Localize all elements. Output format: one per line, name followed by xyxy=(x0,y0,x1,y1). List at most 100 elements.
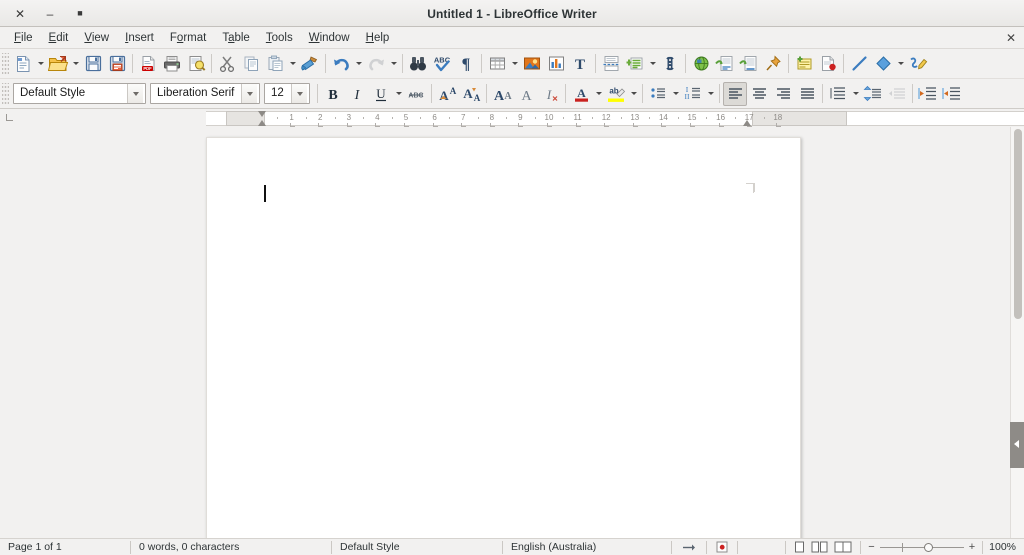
strikethrough-button[interactable]: ABC xyxy=(404,82,428,106)
superscript-button[interactable]: A A xyxy=(435,82,459,106)
font-size-value[interactable]: 12 xyxy=(265,84,291,103)
vertical-scrollbar[interactable] xyxy=(1010,127,1024,538)
align-left-button[interactable] xyxy=(723,81,747,106)
special-character-icon[interactable] xyxy=(658,52,682,76)
status-word-count[interactable]: 0 words, 0 characters xyxy=(131,539,331,555)
paragraph-style-combo[interactable]: Default Style xyxy=(13,83,146,104)
menu-tools[interactable]: Tools xyxy=(258,30,301,46)
decrease-font-size-button[interactable]: A xyxy=(514,82,538,106)
paste-icon[interactable] xyxy=(263,52,287,76)
ordered-list-dropdown[interactable] xyxy=(705,82,716,106)
new-document-dropdown[interactable] xyxy=(35,52,46,76)
page-break-icon[interactable] xyxy=(599,52,623,76)
print-preview-icon[interactable] xyxy=(184,52,208,76)
export-pdf-icon[interactable]: PDF xyxy=(136,52,160,76)
hanging-indent-button[interactable] xyxy=(940,82,964,106)
status-page-number[interactable]: Page 1 of 1 xyxy=(0,539,130,555)
open-document-icon[interactable] xyxy=(46,52,70,76)
increase-indent-button[interactable] xyxy=(916,82,940,106)
endnote-icon[interactable] xyxy=(737,52,761,76)
insert-table-dropdown[interactable] xyxy=(509,52,520,76)
new-document-icon[interactable] xyxy=(11,52,35,76)
bold-button[interactable]: B xyxy=(321,82,345,106)
right-indent-marker[interactable] xyxy=(743,120,751,126)
highlighting-color-button[interactable]: ab xyxy=(604,82,628,106)
first-line-indent-marker[interactable] xyxy=(258,111,266,117)
find-replace-icon[interactable] xyxy=(406,52,430,76)
menu-view[interactable]: View xyxy=(76,30,117,46)
zoom-level-value[interactable]: 100% xyxy=(983,539,1024,555)
font-name-dropdown-arrow[interactable] xyxy=(241,84,257,103)
align-right-button[interactable] xyxy=(771,82,795,106)
document-page[interactable] xyxy=(206,137,801,538)
insert-field-dropdown[interactable] xyxy=(647,52,658,76)
decrease-indent-button[interactable] xyxy=(885,82,909,106)
unordered-list-dropdown[interactable] xyxy=(670,82,681,106)
menu-table[interactable]: Table xyxy=(214,30,258,46)
line-spacing-dropdown[interactable] xyxy=(850,82,861,106)
font-name-combo[interactable]: Liberation Serif xyxy=(150,83,260,104)
clone-formatting-icon[interactable] xyxy=(298,52,322,76)
underline-dropdown[interactable] xyxy=(393,82,404,106)
formatting-marks-icon[interactable]: ¶ xyxy=(454,52,478,76)
footnote-icon[interactable] xyxy=(713,52,737,76)
insert-field-icon[interactable] xyxy=(623,52,647,76)
copy-icon[interactable] xyxy=(239,52,263,76)
cut-icon[interactable] xyxy=(215,52,239,76)
single-page-view-icon[interactable] xyxy=(794,541,805,553)
insert-table-icon[interactable] xyxy=(485,52,509,76)
save-icon[interactable] xyxy=(81,52,105,76)
comment-icon[interactable] xyxy=(792,52,816,76)
paragraph-style-dropdown-arrow[interactable] xyxy=(127,84,143,103)
menu-help[interactable]: Help xyxy=(358,30,398,46)
book-view-icon[interactable] xyxy=(834,541,852,553)
undo-icon[interactable] xyxy=(329,52,353,76)
font-size-combo[interactable]: 12 xyxy=(264,83,310,104)
italic-button[interactable]: I xyxy=(345,82,369,106)
redo-icon[interactable] xyxy=(364,52,388,76)
basic-shapes-icon[interactable] xyxy=(871,52,895,76)
insert-line-icon[interactable] xyxy=(847,52,871,76)
menu-insert[interactable]: Insert xyxy=(117,30,162,46)
zoom-out-button[interactable]: − xyxy=(868,541,874,553)
cross-reference-icon[interactable] xyxy=(816,52,840,76)
close-document-icon[interactable]: ✕ xyxy=(1006,31,1016,45)
show-draw-functions-icon[interactable] xyxy=(906,52,930,76)
paragraph-spacing-button[interactable] xyxy=(861,82,885,106)
menu-window[interactable]: Window xyxy=(301,30,358,46)
ordered-list-button[interactable]: I II xyxy=(681,82,705,106)
subscript-button[interactable]: A A xyxy=(459,82,483,106)
formatting-toolbar-grip[interactable] xyxy=(2,82,9,105)
justify-button[interactable] xyxy=(795,82,819,106)
unsaved-changes-icon[interactable] xyxy=(707,539,737,555)
undo-dropdown[interactable] xyxy=(353,52,364,76)
increase-font-size-button[interactable]: A A xyxy=(490,82,514,106)
align-center-button[interactable] xyxy=(747,82,771,106)
font-color-dropdown[interactable] xyxy=(593,82,604,106)
selection-mode-icon[interactable] xyxy=(672,539,706,555)
insert-text-box-icon[interactable]: T xyxy=(568,52,592,76)
zoom-slider-handle[interactable] xyxy=(923,542,933,552)
horizontal-ruler[interactable]: 1 2 3 4 5 6 7 8 9 10 11 12 13 14 15 16 17 18 xyxy=(206,109,1024,129)
status-language[interactable]: English (Australia) xyxy=(503,539,671,555)
menu-edit[interactable]: Edit xyxy=(41,30,77,46)
bookmark-icon[interactable] xyxy=(761,52,785,76)
tab-selector-icon[interactable] xyxy=(6,114,13,121)
underline-button[interactable]: U xyxy=(369,82,393,106)
highlighting-color-dropdown[interactable] xyxy=(628,82,639,106)
clear-formatting-button[interactable]: I xyxy=(538,82,562,106)
save-as-icon[interactable] xyxy=(105,52,129,76)
redo-dropdown[interactable] xyxy=(388,52,399,76)
scrollbar-navigation-marker[interactable] xyxy=(1010,422,1024,468)
unordered-list-button[interactable] xyxy=(646,82,670,106)
insert-chart-icon[interactable] xyxy=(544,52,568,76)
spelling-icon[interactable]: ABC xyxy=(430,52,454,76)
menu-format[interactable]: Format xyxy=(162,30,214,46)
vertical-scrollbar-thumb[interactable] xyxy=(1014,129,1022,319)
hyperlink-icon[interactable] xyxy=(689,52,713,76)
font-size-dropdown-arrow[interactable] xyxy=(291,84,307,103)
zoom-in-button[interactable]: + xyxy=(969,541,975,553)
status-page-style[interactable]: Default Style xyxy=(332,539,502,555)
insert-image-icon[interactable] xyxy=(520,52,544,76)
line-spacing-button[interactable] xyxy=(826,82,850,106)
